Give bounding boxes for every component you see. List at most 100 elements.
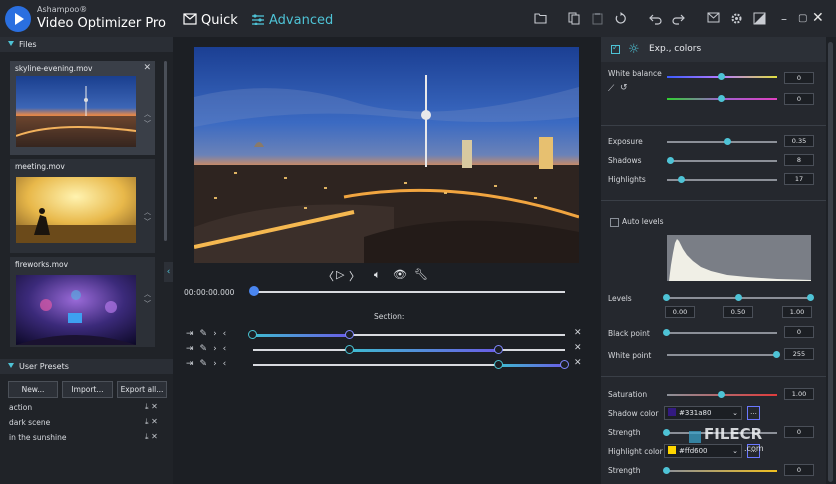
highlight-color-select[interactable]: #ffd600 ⌄ [664,444,742,458]
highlight-color-more-button[interactable]: ... [747,444,760,458]
highlights-handle[interactable] [678,176,686,183]
levels-mid-value[interactable]: 0.50 [723,306,753,318]
levels-low-handle[interactable] [663,294,670,301]
clipboard-icon[interactable] [591,12,604,25]
remove-section-icon[interactable]: ✕ [574,358,582,368]
eyedropper-icon[interactable]: ⟋ [608,84,614,94]
strength-slider[interactable] [667,432,777,434]
quick-mode-tab[interactable]: Quick [183,13,238,28]
levels-low-value[interactable]: 0.00 [665,306,695,318]
black-point-handle[interactable] [663,329,670,336]
preset-actions[interactable]: ⤓ ✕ [145,402,158,412]
new-preset-button[interactable]: New... [8,381,58,398]
folder-icon[interactable] [534,12,547,25]
strength-slider[interactable] [667,470,777,472]
delete-icon[interactable]: ✕ [151,417,158,426]
black-point-value[interactable]: 0 [784,326,814,338]
levels-mid-handle[interactable] [735,294,742,301]
download-icon[interactable]: ⤓ [145,402,149,411]
exposure-slider[interactable] [667,141,777,143]
preset-actions[interactable]: ⤓ ✕ [145,417,158,427]
remove-section-icon[interactable]: ✕ [574,343,582,353]
import-preset-button[interactable]: Import... [62,381,113,398]
export-all-button[interactable]: Export all... [117,381,167,398]
reset-wb-icon[interactable]: ↺ [620,83,628,93]
delete-icon[interactable]: ✕ [151,432,158,441]
exposure-handle[interactable] [723,138,731,145]
section-handle[interactable] [494,345,504,354]
shadow-color-more-button[interactable]: ... [747,406,760,420]
saturation-value[interactable]: 1.00 [784,388,814,400]
seek-bar[interactable] [254,291,565,293]
strength-handle[interactable] [663,429,670,436]
reorder-arrows[interactable]: ︿ ﹀ [144,207,151,227]
temperature-value[interactable]: 0 [784,72,814,84]
tint-handle[interactable] [718,95,725,102]
section-handle[interactable] [494,360,504,369]
auto-levels-checkbox[interactable] [610,218,619,227]
download-icon[interactable]: ⤓ [145,432,149,441]
file-card[interactable]: skyline-evening.mov ✕ ︿ ﹀ [10,61,155,155]
mail-icon[interactable] [707,12,720,25]
black-point-slider[interactable] [667,332,777,334]
strength-handle[interactable] [663,467,670,474]
shadows-slider[interactable] [667,160,777,162]
shadows-handle[interactable] [667,157,675,164]
files-section-header[interactable]: Files [0,37,173,52]
settings-icon[interactable] [730,12,743,25]
collapse-left-panel-icon[interactable]: ‹ [164,262,173,282]
white-point-value[interactable]: 255 [784,348,814,360]
shadow-color-select[interactable]: #331a80 ⌄ [664,406,742,420]
download-icon[interactable]: ⤓ [145,417,149,426]
highlights-value[interactable]: 17 [784,173,814,185]
shadows-value[interactable]: 8 [784,154,814,166]
files-scrollbar[interactable] [164,61,167,241]
section-handle[interactable] [248,330,257,339]
temperature-handle[interactable] [718,73,725,80]
tint-value[interactable]: 0 [784,93,814,105]
section-tools[interactable]: ⇥✎›‹ [186,344,232,354]
preset-item[interactable]: in the sunshine [9,433,66,442]
tools-icon[interactable]: 🔧︎ [414,268,428,281]
redo-icon[interactable] [672,12,685,25]
advanced-mode-tab[interactable]: Advanced [251,13,333,28]
strength-value[interactable]: 0 [784,464,814,476]
section-tools[interactable]: ⇥✎›‹ [186,359,232,369]
delete-icon[interactable]: ✕ [151,402,158,411]
white-point-slider[interactable] [667,354,777,356]
undo-icon[interactable] [649,12,662,25]
section-tools[interactable]: ⇥✎›‹ [186,329,232,339]
remove-section-icon[interactable]: ✕ [574,328,582,338]
section-handle[interactable] [344,330,354,339]
exposure-value[interactable]: 0.35 [784,135,814,147]
maximize-button[interactable]: ▢ [798,13,807,24]
levels-high-value[interactable]: 1.00 [782,306,812,318]
presets-section-header[interactable]: User Presets [0,359,173,374]
file-card[interactable]: fireworks.mov ︿ ﹀ [10,257,155,347]
view-icon[interactable]: 👁︎ [393,268,407,281]
previous-frame-icon[interactable]: 〈 [323,268,334,284]
close-button[interactable]: ✕ [812,10,824,26]
panel-scrollbar-thumb[interactable] [828,42,833,482]
section-handle[interactable] [344,345,354,354]
reorder-arrows[interactable]: ︿ ﹀ [144,289,151,309]
remove-file-icon[interactable]: ✕ [143,63,151,73]
file-card[interactable]: meeting.mov ︿ ﹀ [10,159,155,253]
minimize-button[interactable]: – [781,12,787,26]
enable-checkbox[interactable] [611,43,620,54]
copy-icon[interactable] [568,12,581,25]
seek-handle[interactable] [249,286,259,296]
next-frame-icon[interactable]: 〉 [349,268,360,284]
volume-icon[interactable]: 🔈︎ [374,268,381,282]
strength-value[interactable]: 0 [784,426,814,438]
white-point-handle[interactable] [773,351,780,358]
reset-icon[interactable] [614,12,627,25]
compare-icon[interactable] [753,12,766,25]
preset-item[interactable]: dark scene [9,418,50,427]
preset-actions[interactable]: ⤓ ✕ [145,432,158,442]
reorder-arrows[interactable]: ︿ ﹀ [144,109,151,129]
play-icon[interactable]: ▷ [336,268,344,281]
preset-item[interactable]: action [9,403,32,412]
section-handle[interactable] [560,360,569,369]
levels-high-handle[interactable] [807,294,814,301]
